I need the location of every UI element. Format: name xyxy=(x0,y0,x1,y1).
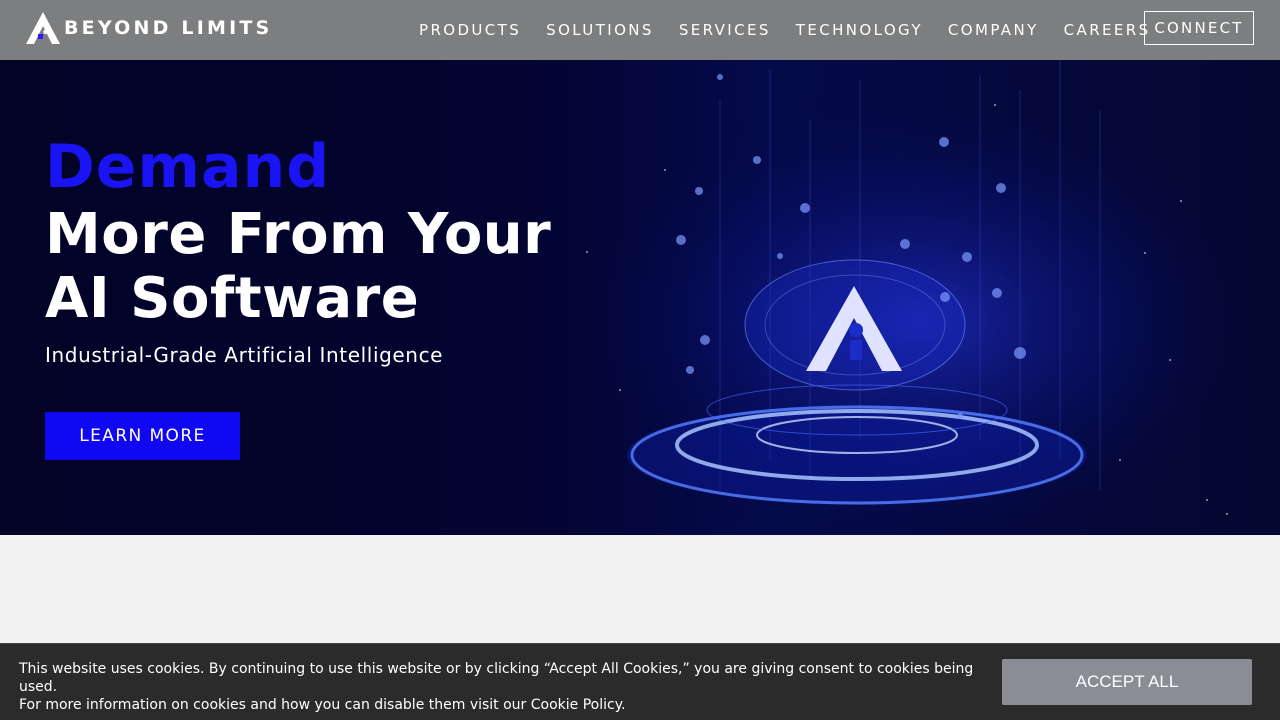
learn-more-button[interactable]: LEARN MORE xyxy=(45,412,240,460)
hero-banner: Demand More From Your AI Software Indust… xyxy=(0,60,1280,535)
connect-button[interactable]: CONNECT xyxy=(1144,11,1254,45)
ai-brain-hologram-illustration xyxy=(560,60,1280,535)
nav-item-technology[interactable]: TECHNOLOGY xyxy=(796,21,923,39)
headline-line-2: AI Software xyxy=(45,266,420,331)
headline-line-1: More From Your xyxy=(45,202,552,267)
nav-item-solutions[interactable]: SOLUTIONS xyxy=(546,21,654,39)
headline: More From Your AI Software xyxy=(45,203,565,331)
cookie-message: This website uses cookies. By continuing… xyxy=(19,660,994,714)
logo-text: BEYOND LIMITS xyxy=(64,17,273,39)
nav-item-services[interactable]: SERVICES xyxy=(679,21,771,39)
beyond-limits-a-icon xyxy=(26,12,60,44)
nav-item-careers[interactable]: CAREERS xyxy=(1064,21,1151,39)
cookie-message-line-2: For more information on cookies and how … xyxy=(19,697,626,713)
headline-accent: Demand xyxy=(45,132,331,202)
logo[interactable]: BEYOND LIMITS xyxy=(26,12,272,44)
nav-item-company[interactable]: COMPANY xyxy=(948,21,1039,39)
cookie-message-line-1: This website uses cookies. By continuing… xyxy=(19,661,974,695)
hero-subtitle: Industrial-Grade Artificial Intelligence xyxy=(45,343,444,367)
nav-item-products[interactable]: PRODUCTS xyxy=(419,21,521,39)
main-nav: PRODUCTS SOLUTIONS SERVICES TECHNOLOGY C… xyxy=(419,0,1176,60)
site-header: BEYOND LIMITS PRODUCTS SOLUTIONS SERVICE… xyxy=(0,0,1280,60)
cookie-banner: This website uses cookies. By continuing… xyxy=(0,643,1280,720)
accept-all-cookies-button[interactable]: ACCEPT ALL xyxy=(1002,659,1252,705)
